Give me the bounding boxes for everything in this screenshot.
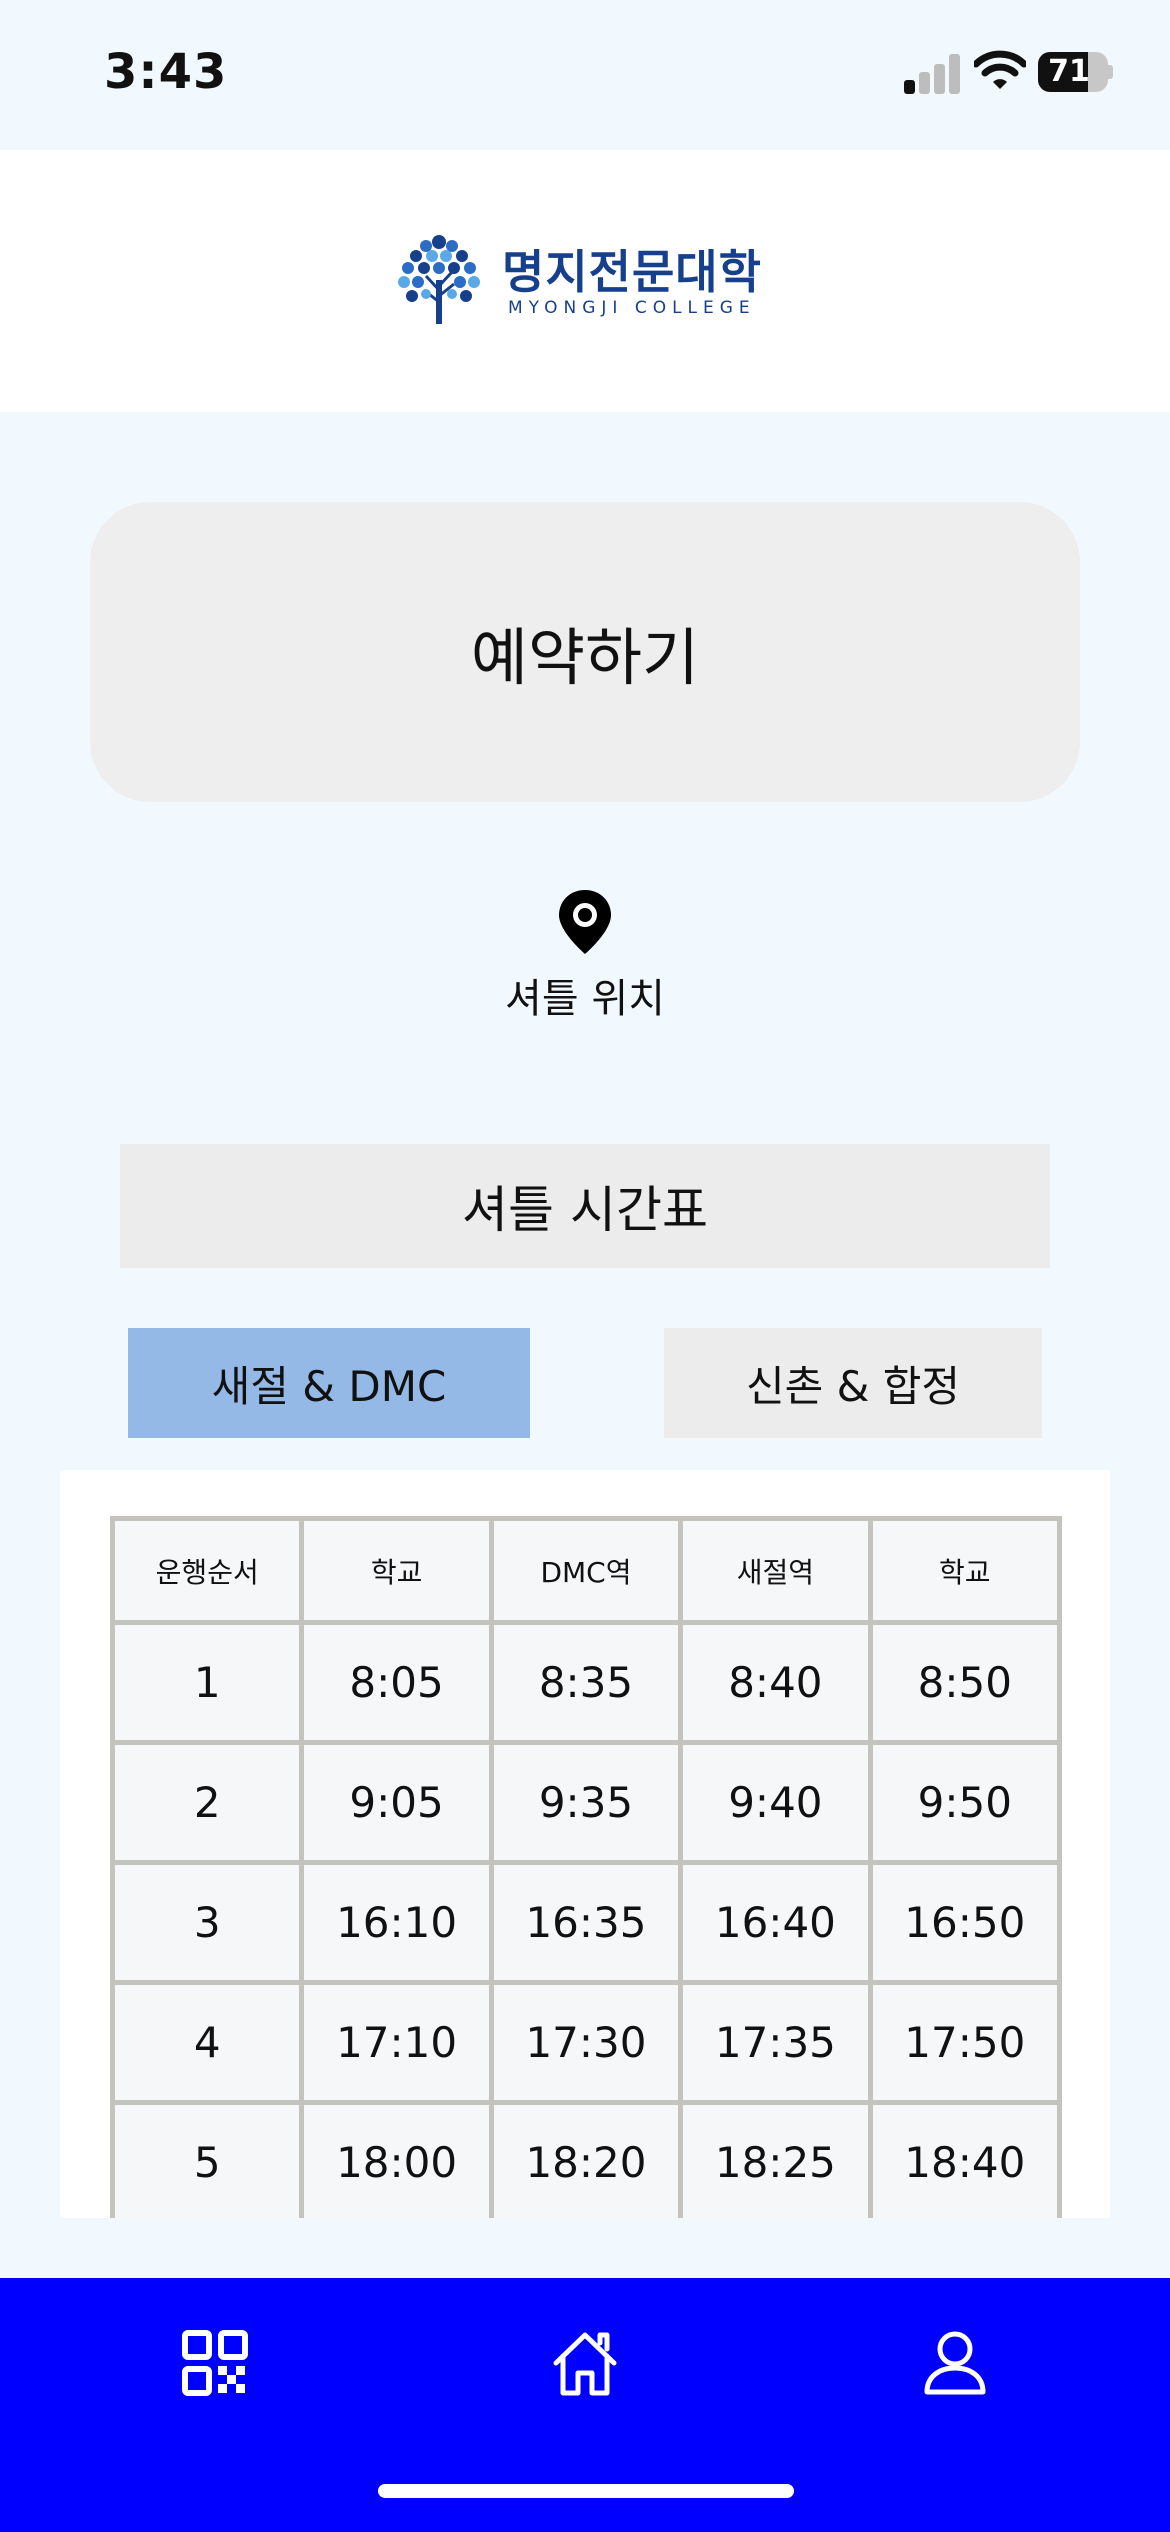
table-cell: 2 bbox=[109, 1740, 305, 1865]
nav-qr-button[interactable] bbox=[170, 2318, 260, 2408]
timetable-title: 셔틀 시간표 bbox=[120, 1144, 1050, 1268]
table-row: 4 17:10 17:30 17:35 17:50 bbox=[109, 1980, 1063, 2105]
column-header: 학교 bbox=[299, 1516, 494, 1625]
table-row: 5 18:00 18:20 18:25 18:40 bbox=[109, 2100, 1063, 2218]
table-cell: 4 bbox=[109, 1980, 305, 2105]
table-cell: 18:40 bbox=[867, 2100, 1063, 2218]
table-cell: 18:20 bbox=[488, 2100, 684, 2218]
table-cell: 8:50 bbox=[867, 1620, 1063, 1745]
home-icon bbox=[553, 2332, 617, 2396]
table-header-row: 운행순서 학교 DMC역 새절역 학교 bbox=[109, 1516, 1063, 1625]
table-row: 1 8:05 8:35 8:40 8:50 bbox=[109, 1620, 1063, 1745]
table-cell: 18:00 bbox=[299, 2100, 494, 2218]
logo-name-korean: 명지전문대학 bbox=[502, 245, 762, 299]
app-header: 명지전문대학 MYONGJI COLLEGE bbox=[0, 150, 1170, 412]
tab-saejeol-dmc[interactable]: 새절 & DMC bbox=[128, 1328, 530, 1438]
battery-percent: 71 bbox=[1048, 54, 1090, 89]
home-indicator[interactable] bbox=[378, 2484, 794, 2498]
table-row: 2 9:05 9:35 9:40 9:50 bbox=[109, 1740, 1063, 1865]
tab-sinchon-hapjeong[interactable]: 신촌 & 합정 bbox=[664, 1328, 1042, 1438]
table-cell: 17:35 bbox=[678, 1980, 873, 2105]
column-header: 학교 bbox=[867, 1516, 1063, 1625]
battery-indicator: 71 bbox=[1038, 52, 1113, 92]
shuttle-location-button[interactable]: 셔틀 위치 bbox=[435, 888, 735, 1028]
shuttle-timetable: 운행순서 학교 DMC역 새절역 학교 1 8:05 8:35 8:40 8:5… bbox=[109, 1516, 1063, 2218]
column-header: 새절역 bbox=[678, 1516, 873, 1625]
shuttle-location-label: 셔틀 위치 bbox=[505, 976, 665, 1022]
table-cell: 17:10 bbox=[299, 1980, 494, 2105]
logo-name-english: MYONGJI COLLEGE bbox=[508, 298, 756, 318]
table-cell: 9:50 bbox=[867, 1740, 1063, 1865]
qr-code-icon bbox=[182, 2330, 248, 2396]
table-cell: 16:50 bbox=[867, 1860, 1063, 1985]
profile-icon bbox=[924, 2331, 986, 2395]
nav-home-button[interactable] bbox=[540, 2318, 630, 2408]
table-cell: 9:05 bbox=[299, 1740, 494, 1865]
table-cell: 16:10 bbox=[299, 1860, 494, 1985]
column-header: 운행순서 bbox=[109, 1516, 305, 1625]
wifi-icon bbox=[974, 50, 1026, 89]
table-cell: 17:50 bbox=[867, 1980, 1063, 2105]
table-cell: 8:35 bbox=[488, 1620, 684, 1745]
table-cell: 17:30 bbox=[488, 1980, 684, 2105]
status-bar: 3:43 71 bbox=[0, 0, 1170, 150]
table-cell: 5 bbox=[109, 2100, 305, 2218]
table-cell: 8:40 bbox=[678, 1620, 873, 1745]
table-row: 3 16:10 16:35 16:40 16:50 bbox=[109, 1860, 1063, 1985]
tree-emblem-icon bbox=[398, 235, 480, 324]
cellular-signal-icon bbox=[904, 52, 960, 94]
college-logo: 명지전문대학 MYONGJI COLLEGE bbox=[396, 230, 776, 330]
table-cell: 8:05 bbox=[299, 1620, 494, 1745]
table-cell: 1 bbox=[109, 1620, 305, 1745]
status-time: 3:43 bbox=[104, 44, 228, 100]
table-cell: 16:35 bbox=[488, 1860, 684, 1985]
column-header: DMC역 bbox=[488, 1516, 684, 1625]
timetable-card: 운행순서 학교 DMC역 새절역 학교 1 8:05 8:35 8:40 8:5… bbox=[60, 1470, 1110, 2218]
nav-profile-button[interactable] bbox=[910, 2318, 1000, 2408]
table-cell: 9:35 bbox=[488, 1740, 684, 1865]
reserve-button[interactable]: 예약하기 bbox=[90, 502, 1080, 802]
table-cell: 16:40 bbox=[678, 1860, 873, 1985]
table-cell: 9:40 bbox=[678, 1740, 873, 1865]
table-cell: 18:25 bbox=[678, 2100, 873, 2218]
table-cell: 3 bbox=[109, 1860, 305, 1985]
map-pin-icon bbox=[559, 890, 611, 954]
